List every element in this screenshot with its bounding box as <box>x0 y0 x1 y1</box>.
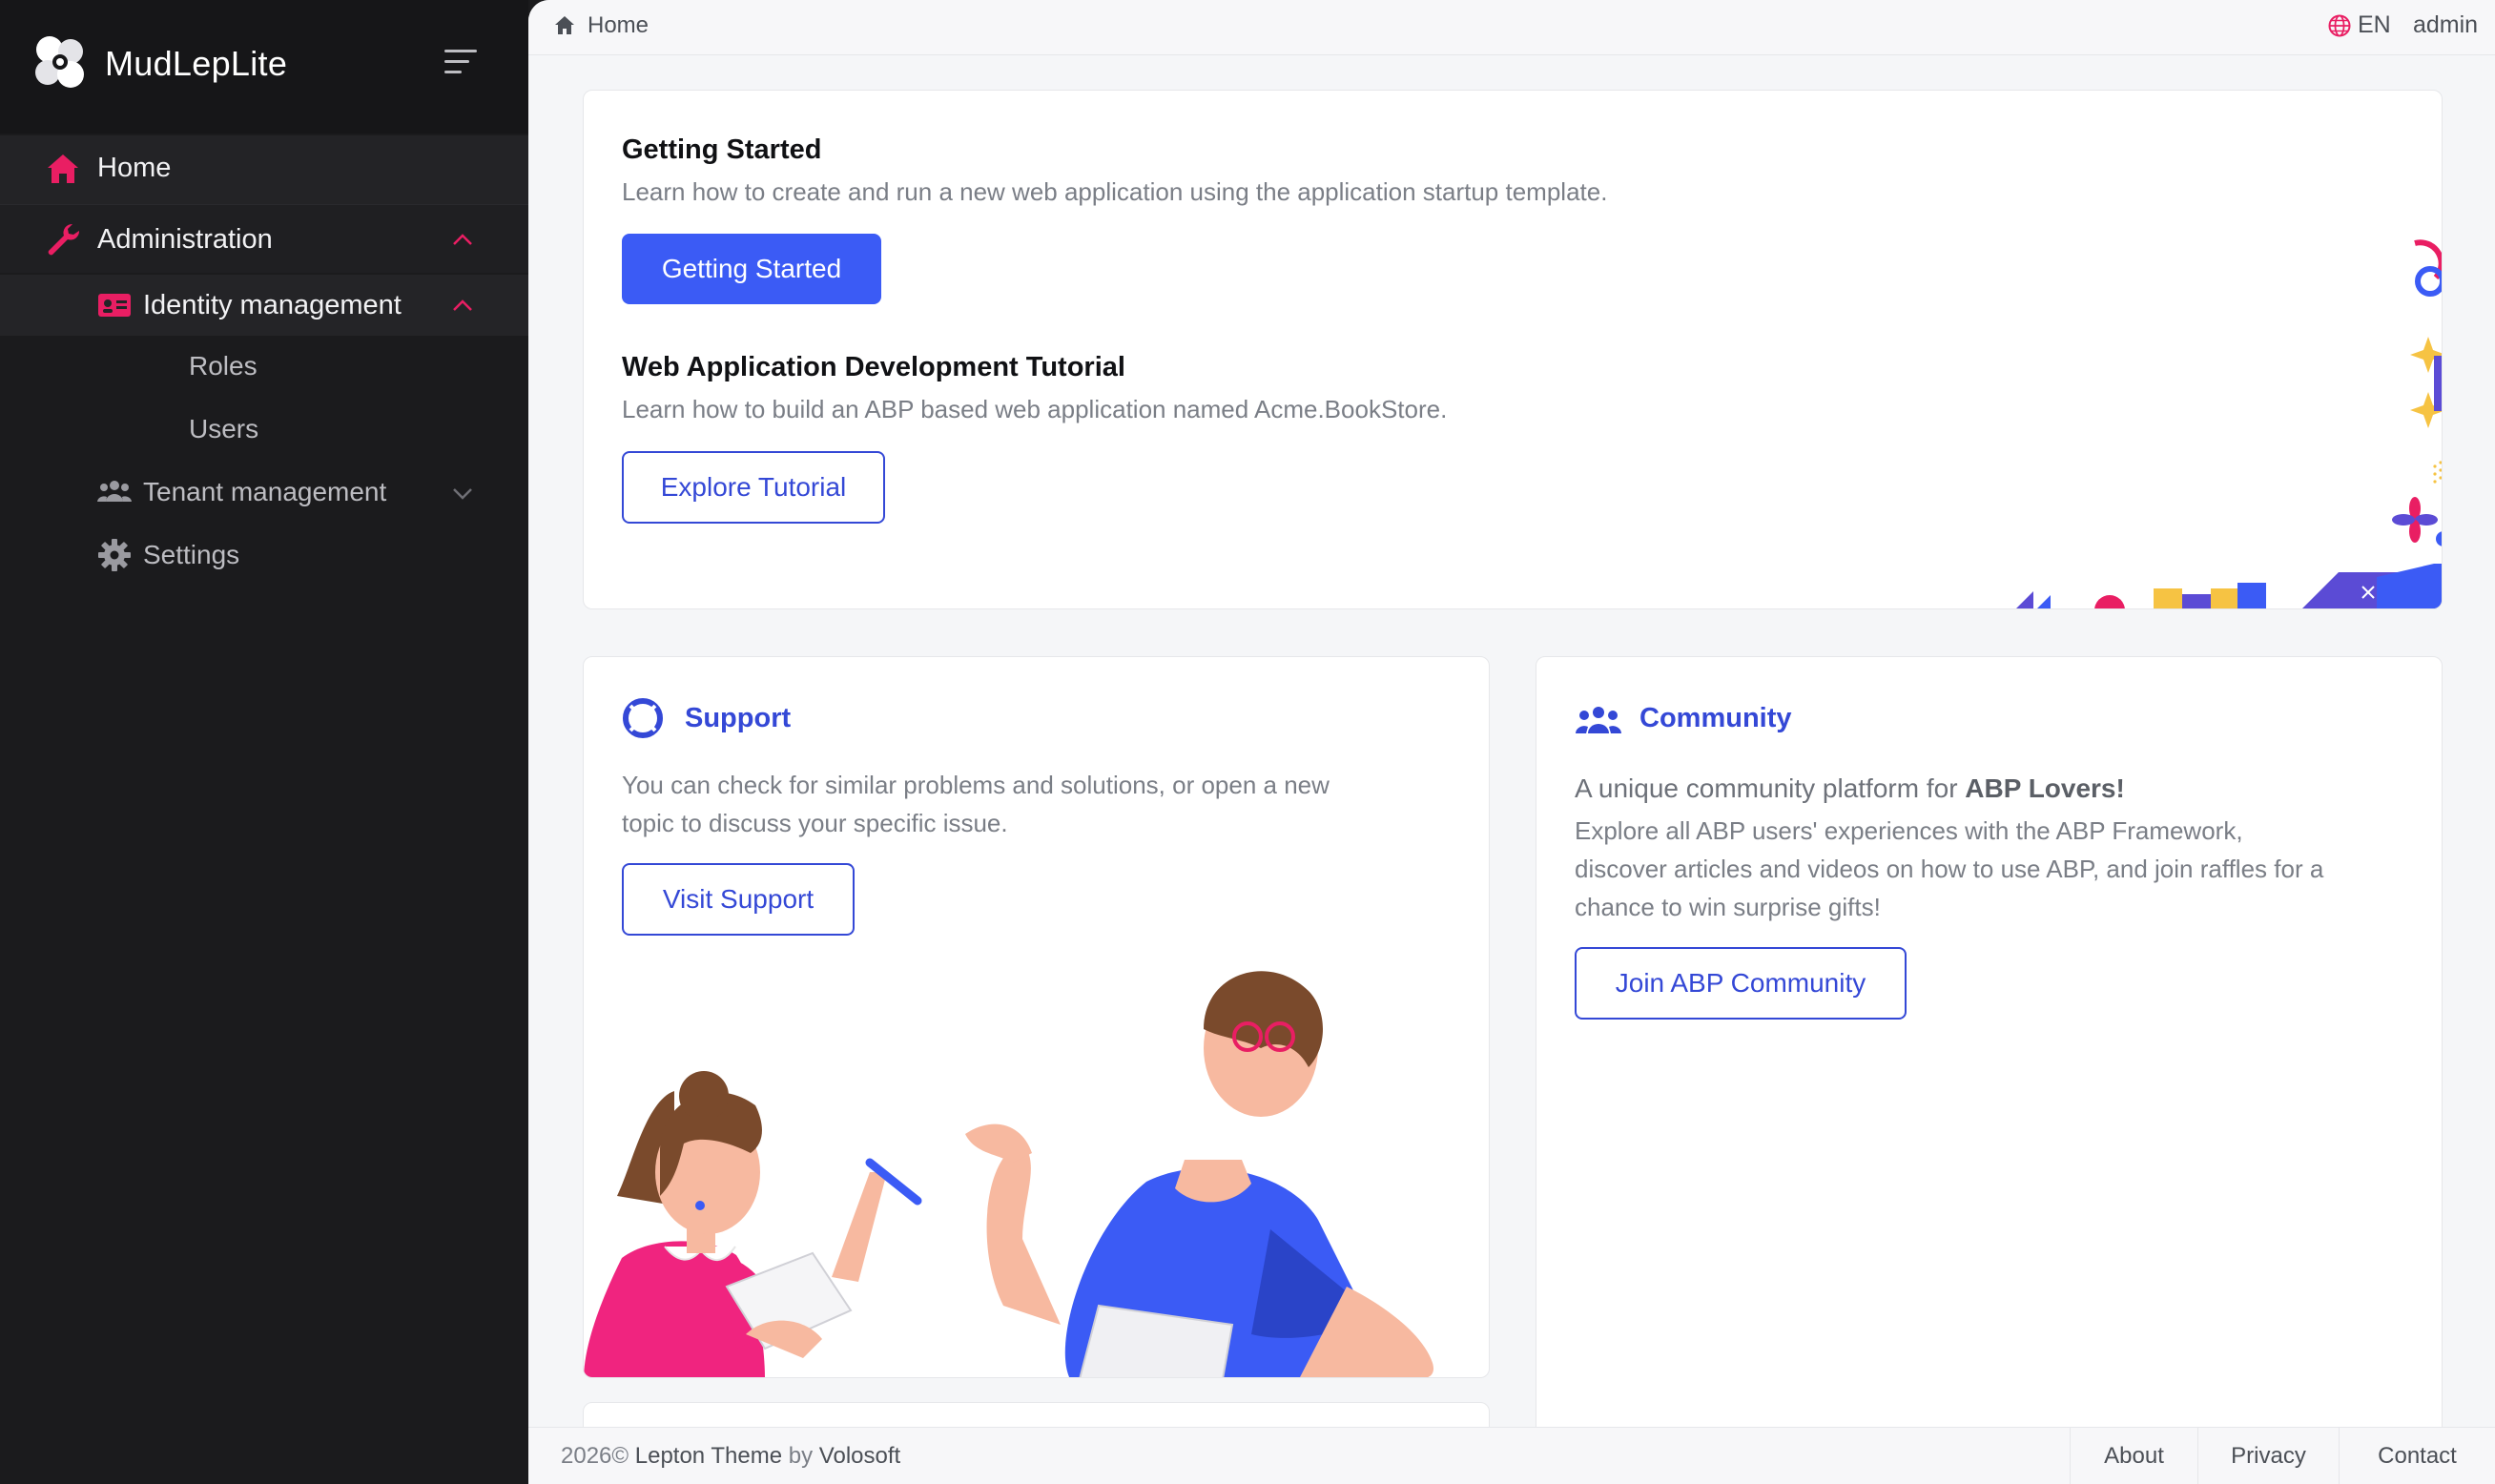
getting-started-card: Getting Started Learn how to create and … <box>583 90 2443 609</box>
tutorial-description: Learn how to build an ABP based web appl… <box>622 395 1448 423</box>
sidebar-item-identity-management[interactable]: Identity management <box>0 275 528 336</box>
sidebar-item-label: Identity management <box>143 290 402 320</box>
sidebar-item-label: Home <box>97 153 172 183</box>
sidebar-item-tenant-management[interactable]: Tenant management <box>0 462 528 525</box>
tutorial-title: Web Application Development Tutorial <box>622 352 1125 382</box>
decorative-shapes-illustration <box>2016 239 2442 608</box>
users-group-icon <box>1576 707 1621 733</box>
top-bar: Home EN admin <box>528 0 2495 55</box>
community-card: Community A unique community platform fo… <box>1536 656 2443 1438</box>
support-people-illustration <box>584 971 1433 1377</box>
sidebar-item-label: Settings <box>143 540 240 569</box>
sidebar-item-label: Roles <box>189 351 258 381</box>
brand-bar: MudLepLite <box>0 0 528 134</box>
user-menu[interactable]: admin <box>2413 11 2478 39</box>
language-label: EN <box>2358 11 2391 38</box>
brand-logo-icon[interactable] <box>29 31 92 93</box>
main-content: Home EN admin Getting Started Learn how … <box>528 0 2495 1484</box>
id-card-icon <box>98 294 131 317</box>
sidebar-toggle-icon[interactable] <box>444 48 479 76</box>
language-selector[interactable]: EN <box>2327 11 2391 39</box>
footer-about-link[interactable]: About <box>2070 1428 2197 1484</box>
globe-icon <box>2328 14 2351 36</box>
footer-company-link[interactable]: Volosoft <box>819 1443 900 1469</box>
breadcrumb[interactable]: Home <box>588 12 649 39</box>
community-description-line2: discover articles and videos on how to u… <box>1575 855 2324 883</box>
lifebuoy-icon <box>623 698 663 738</box>
support-card: Support You can check for similar proble… <box>583 656 1490 1378</box>
footer: 2026© Lepton Theme by Volosoft About Pri… <box>528 1427 2495 1484</box>
community-lead: A unique community platform for ABP Love… <box>1575 770 2125 808</box>
community-description-line3: chance to win surprise gifts! <box>1575 893 1881 921</box>
join-community-button[interactable]: Join ABP Community <box>1575 947 1907 1020</box>
chevron-up-icon <box>453 234 472 245</box>
wrench-icon <box>48 223 80 256</box>
gear-icon <box>98 539 131 571</box>
community-lead-bold: ABP Lovers! <box>1965 773 2125 803</box>
chevron-up-icon <box>453 299 472 311</box>
sidebar-item-label: Users <box>189 414 259 443</box>
community-lead-text: A unique community platform for <box>1575 773 1966 803</box>
footer-copyright: 2026© Lepton Theme by Volosoft <box>561 1443 900 1470</box>
sidebar: MudLepLite Home Administration Identity <box>0 0 528 1484</box>
footer-contact-link[interactable]: Contact <box>2339 1428 2495 1484</box>
sidebar-item-label: Administration <box>97 224 273 255</box>
community-description-line1: Explore all ABP users' experiences with … <box>1575 816 2243 845</box>
chevron-down-icon <box>453 488 472 500</box>
brand-name[interactable]: MudLepLite <box>105 44 287 84</box>
sidebar-item-roles[interactable]: Roles <box>0 336 528 399</box>
community-title: Community <box>1639 703 1792 733</box>
support-description-line1: You can check for similar problems and s… <box>622 771 1330 799</box>
visit-support-button[interactable]: Visit Support <box>622 863 855 936</box>
explore-tutorial-button[interactable]: Explore Tutorial <box>622 451 885 524</box>
users-group-icon <box>97 481 132 502</box>
footer-theme-link[interactable]: Lepton Theme <box>635 1443 782 1469</box>
footer-privacy-link[interactable]: Privacy <box>2197 1428 2339 1484</box>
sidebar-item-users[interactable]: Users <box>0 399 528 462</box>
home-icon[interactable] <box>553 14 576 37</box>
footer-by: by <box>788 1443 814 1469</box>
footer-year: 2026© <box>561 1443 629 1469</box>
sidebar-item-settings[interactable]: Settings <box>0 525 528 587</box>
sidebar-item-home[interactable]: Home <box>0 135 528 204</box>
sidebar-item-label: Tenant management <box>143 477 387 506</box>
support-title: Support <box>685 703 792 733</box>
getting-started-button[interactable]: Getting Started <box>622 234 881 304</box>
getting-started-description: Learn how to create and run a new web ap… <box>622 177 1608 206</box>
home-icon <box>48 155 78 183</box>
support-description-line2: topic to discuss your specific issue. <box>622 809 1008 837</box>
sidebar-item-administration[interactable]: Administration <box>0 204 528 273</box>
getting-started-title: Getting Started <box>622 134 822 165</box>
